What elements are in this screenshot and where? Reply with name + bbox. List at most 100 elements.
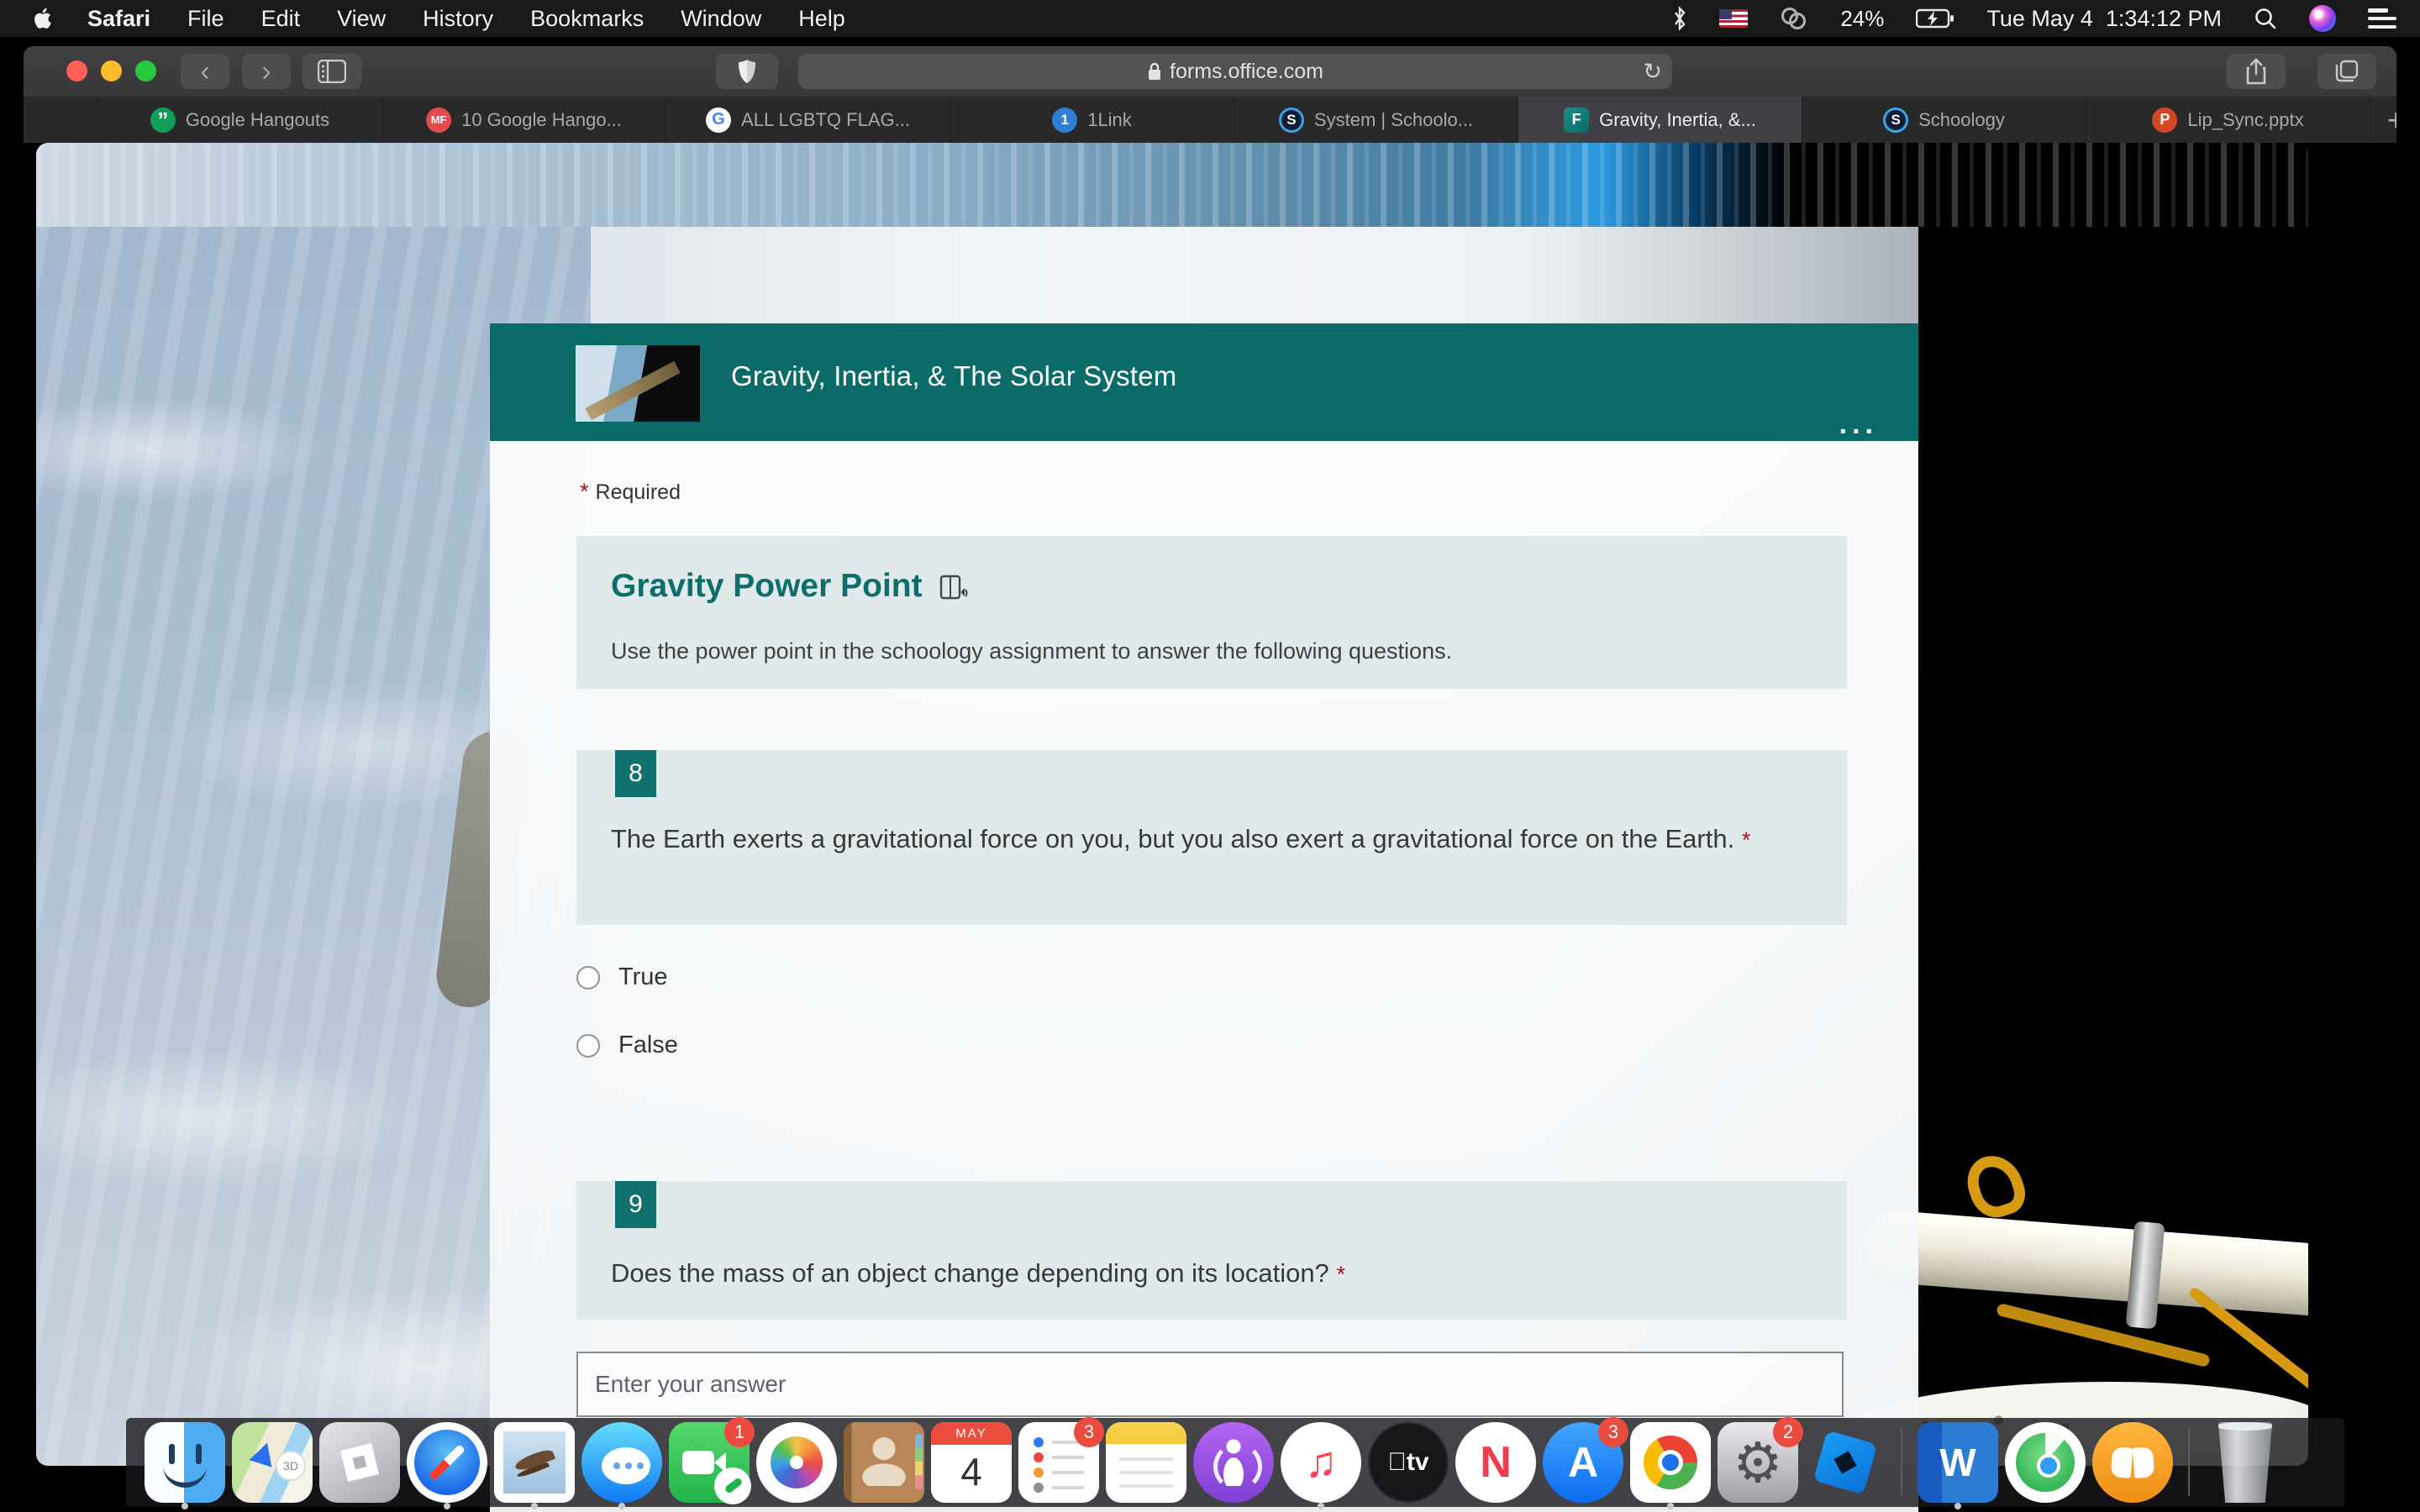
dock-divider: [2188, 1429, 2190, 1496]
system-preferences-badge: 2: [1773, 1417, 1803, 1447]
section-card: Gravity Power Point Use the power point …: [576, 536, 1847, 689]
dock-apple-tv-icon[interactable]: [1368, 1422, 1449, 1503]
radio-button-true[interactable]: [576, 966, 600, 990]
menu-item-bookmarks[interactable]: Bookmarks: [530, 6, 644, 32]
dock-facetime-icon[interactable]: 1: [669, 1422, 750, 1503]
input-source-flag-icon[interactable]: [1719, 9, 1748, 28]
facetime-badge: 1: [724, 1417, 755, 1447]
dock-finder-icon[interactable]: [145, 1422, 225, 1503]
question-8-card: 8 The Earth exerts a gravitational force…: [576, 750, 1847, 925]
dock-trash-icon[interactable]: [2205, 1422, 2286, 1503]
tab-google-hangouts[interactable]: Google Hangouts: [97, 97, 381, 143]
dock-word-icon[interactable]: [1918, 1422, 1998, 1503]
dock-system-preferences-icon[interactable]: 2: [1718, 1422, 1798, 1503]
reminders-badge: 3: [1074, 1417, 1104, 1447]
menu-clock[interactable]: Tue May 4 1:34:12 PM: [1986, 6, 2222, 32]
dock-messages-icon[interactable]: [581, 1422, 662, 1503]
dock-find-my-icon[interactable]: [2005, 1422, 2086, 1503]
required-asterisk: *: [1742, 827, 1751, 853]
tab-10-google-hangouts[interactable]: MF 10 Google Hango...: [381, 97, 666, 143]
siri-icon[interactable]: [2309, 5, 2336, 32]
privacy-shield-icon[interactable]: [716, 54, 778, 89]
new-tab-button[interactable]: +: [2370, 97, 2396, 143]
apple-menu[interactable]: [32, 7, 52, 30]
form-more-options-button[interactable]: ...: [1839, 416, 1878, 433]
dock-divider: [1901, 1429, 1902, 1496]
dock-reminders-icon[interactable]: 3: [1018, 1422, 1099, 1503]
bluetooth-icon[interactable]: [1672, 6, 1687, 31]
zoom-window-button[interactable]: [135, 60, 156, 81]
menu-item-help[interactable]: Help: [798, 6, 845, 32]
tab-1link[interactable]: 1 1Link: [950, 97, 1234, 143]
radio-option-true[interactable]: True: [576, 963, 668, 991]
forms-content-column: Gravity, Inertia, & The Solar System ...…: [490, 323, 1918, 1512]
dock-roblox-studio-icon[interactable]: [1805, 1422, 1886, 1503]
menu-item-view[interactable]: View: [337, 6, 386, 32]
tab-overview-button[interactable]: [2317, 54, 2376, 89]
answer-text-input[interactable]: [576, 1352, 1844, 1417]
dock-calendar-icon[interactable]: MAY 4: [931, 1422, 1012, 1503]
form-header: Gravity, Inertia, & The Solar System ...: [490, 323, 1918, 441]
radio-option-false[interactable]: False: [576, 1032, 678, 1059]
lock-icon: [1147, 61, 1162, 81]
reload-icon[interactable]: ↻: [1643, 59, 1662, 85]
radio-button-false[interactable]: [576, 1034, 600, 1058]
tab-schoology[interactable]: S Schoology: [1802, 97, 2086, 143]
question-8-text: The Earth exerts a gravitational force o…: [611, 821, 1821, 858]
dock-safari-icon[interactable]: [407, 1422, 487, 1503]
ms-forms-icon: F: [1564, 108, 1589, 133]
required-asterisk: *: [1336, 1262, 1345, 1287]
tab-gravity-inertia-active[interactable]: F Gravity, Inertia, &...: [1518, 97, 1802, 143]
sidebar-toggle-button[interactable]: [302, 54, 361, 89]
dock-maps-icon[interactable]: [232, 1422, 313, 1503]
tab-system-schoology[interactable]: S System | Schoolo...: [1234, 97, 1518, 143]
dock-app-store-icon[interactable]: 3: [1543, 1422, 1623, 1503]
required-note: *Required: [580, 479, 681, 505]
question-9-card: 9 Does the mass of an object change depe…: [576, 1181, 1847, 1320]
immersive-reader-icon[interactable]: [936, 570, 970, 603]
menu-item-window[interactable]: Window: [681, 6, 761, 32]
address-bar[interactable]: forms.office.com ↻: [798, 54, 1672, 89]
tab-lgbtq-flags[interactable]: G ALL LGBTQ FLAG...: [666, 97, 950, 143]
back-button[interactable]: ‹: [181, 54, 229, 89]
dock-roblox-icon[interactable]: [319, 1422, 400, 1503]
battery-percent: 24%: [1840, 6, 1884, 32]
menu-item-edit[interactable]: Edit: [261, 6, 301, 32]
dock-photos-icon[interactable]: [756, 1422, 837, 1503]
calendar-day: 4: [931, 1445, 1012, 1499]
dock-music-icon[interactable]: [1281, 1422, 1361, 1503]
notification-list-icon[interactable]: [2368, 8, 2396, 29]
close-window-button[interactable]: [66, 60, 87, 81]
form-title: Gravity, Inertia, & The Solar System: [731, 360, 1177, 392]
menu-item-file[interactable]: File: [187, 6, 224, 32]
dock-news-icon[interactable]: [1455, 1422, 1536, 1503]
dock-notes-icon[interactable]: [1106, 1422, 1186, 1503]
question-9-number-badge: 9: [615, 1181, 656, 1228]
battery-charging-icon[interactable]: [1916, 8, 1954, 29]
status-circles-icon[interactable]: [1780, 6, 1808, 31]
option-label-true: True: [618, 963, 668, 991]
menu-bar: Safari File Edit View History Bookmarks …: [0, 0, 2420, 37]
dock-books-icon[interactable]: [2092, 1422, 2173, 1503]
dock-mail-icon[interactable]: [494, 1422, 575, 1503]
earth-horizon-band: [36, 143, 2308, 227]
question-9-text: Does the mass of an object change depend…: [611, 1255, 1821, 1293]
minimize-window-button[interactable]: [101, 60, 122, 81]
share-button[interactable]: [2227, 54, 2286, 89]
dock-podcasts-icon[interactable]: [1193, 1422, 1274, 1503]
tab-lip-sync-pptx[interactable]: P Lip_Sync.pptx: [2086, 97, 2370, 143]
option-label-false: False: [618, 1032, 678, 1059]
url-text: forms.office.com: [1170, 60, 1323, 84]
app-store-badge: 3: [1598, 1417, 1628, 1447]
menu-app-name[interactable]: Safari: [87, 6, 150, 32]
spotlight-search-icon[interactable]: [2254, 7, 2277, 30]
forward-button[interactable]: ›: [242, 54, 291, 89]
menu-item-history[interactable]: History: [423, 6, 493, 32]
dock-chrome-icon[interactable]: [1630, 1422, 1711, 1503]
section-title: Gravity Power Point: [611, 568, 970, 605]
dock-contacts-icon[interactable]: [844, 1422, 924, 1503]
onelink-icon: 1: [1052, 108, 1077, 133]
safari-window: ‹ › forms.office.com: [24, 46, 2396, 1512]
question-8-number-badge: 8: [615, 750, 656, 797]
red-circle-icon: MF: [426, 108, 451, 133]
